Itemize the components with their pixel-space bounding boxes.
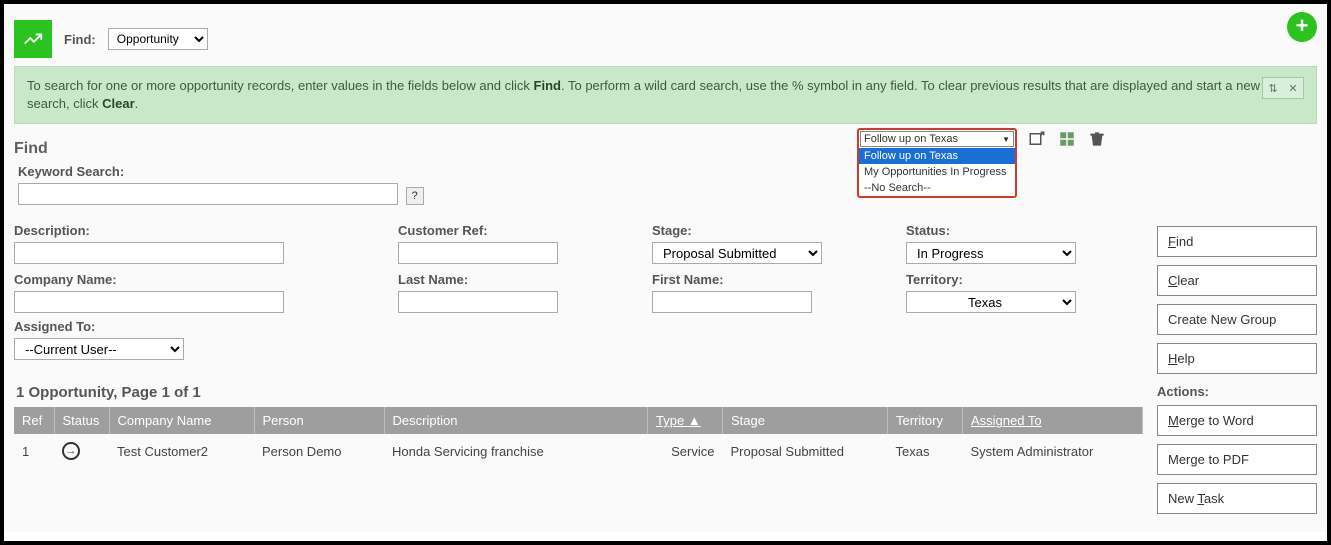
new-task-button[interactable]: New Task <box>1157 483 1317 514</box>
cell-type: Service <box>648 434 723 468</box>
top-bar: Find: Opportunity <box>14 10 1317 66</box>
banner-settings-icon[interactable]: ⇅ <box>1265 80 1281 96</box>
help-button[interactable]: Help <box>1157 343 1317 374</box>
keyword-input[interactable] <box>18 183 398 205</box>
col-ref[interactable]: Ref <box>14 407 54 434</box>
save-search-icon[interactable] <box>1057 129 1077 149</box>
cell-description: Honda Servicing franchise <box>384 434 648 468</box>
last-name-label: Last Name: <box>398 272 638 287</box>
clear-button[interactable]: Clear <box>1157 265 1317 296</box>
banner-find-word: Find <box>534 78 561 93</box>
first-name-input[interactable] <box>652 291 812 313</box>
last-name-input[interactable] <box>398 291 558 313</box>
merge-word-button[interactable]: Merge to Word <box>1157 405 1317 436</box>
results-heading: 1 Opportunity, Page 1 of 1 <box>14 384 1143 401</box>
company-name-input[interactable] <box>14 291 284 313</box>
col-status[interactable]: Status <box>54 407 109 434</box>
find-button[interactable]: Find <box>1157 226 1317 257</box>
table-row[interactable]: 1 → Test Customer2 Person Demo Honda Ser… <box>14 434 1143 468</box>
status-select[interactable]: In Progress <box>906 242 1076 264</box>
find-type-select[interactable]: Opportunity <box>108 28 208 50</box>
stage-label: Stage: <box>652 223 892 238</box>
banner-text: To search for one or more opportunity re… <box>27 78 534 93</box>
cell-ref: 1 <box>14 434 54 468</box>
cell-company[interactable]: Test Customer2 <box>109 434 254 468</box>
sort-asc-icon: ▲ <box>688 413 701 428</box>
col-territory[interactable]: Territory <box>888 407 963 434</box>
territory-select[interactable]: Texas <box>906 291 1076 313</box>
status-label: Status: <box>906 223 1106 238</box>
customer-ref-label: Customer Ref: <box>398 223 638 238</box>
saved-search-option[interactable]: --No Search-- <box>859 180 1015 196</box>
saved-search-option[interactable]: Follow up on Texas <box>859 148 1015 164</box>
new-search-icon[interactable] <box>1027 129 1047 149</box>
cell-assigned: System Administrator <box>963 434 1143 468</box>
col-assigned[interactable]: Assigned To <box>963 407 1143 434</box>
merge-pdf-button[interactable]: Merge to PDF <box>1157 444 1317 475</box>
territory-label: Territory: <box>906 272 1106 287</box>
delete-search-icon[interactable] <box>1087 129 1107 149</box>
banner-clear-word: Clear <box>102 96 135 111</box>
add-button[interactable]: + <box>1287 12 1317 42</box>
info-banner: To search for one or more opportunity re… <box>14 66 1317 124</box>
col-type[interactable]: Type ▲ <box>648 407 723 434</box>
status-arrow-icon: → <box>62 442 80 460</box>
find-label: Find: <box>64 32 96 47</box>
assigned-to-label: Assigned To: <box>14 319 1143 334</box>
saved-search-option[interactable]: My Opportunities In Progress <box>859 164 1015 180</box>
chevron-down-icon: ▼ <box>1002 135 1010 144</box>
create-new-group-button[interactable]: Create New Group <box>1157 304 1317 335</box>
col-stage[interactable]: Stage <box>723 407 888 434</box>
actions-label: Actions: <box>1157 384 1317 399</box>
keyword-help-icon[interactable]: ? <box>406 187 424 205</box>
col-description[interactable]: Description <box>384 407 648 434</box>
banner-text3: . <box>135 96 139 111</box>
description-input[interactable] <box>14 242 284 264</box>
company-name-label: Company Name: <box>14 272 384 287</box>
stage-select[interactable]: Proposal Submitted <box>652 242 822 264</box>
results-table: Ref Status Company Name Person Descripti… <box>14 407 1143 468</box>
opportunity-logo-icon <box>14 20 52 58</box>
first-name-label: First Name: <box>652 272 892 287</box>
saved-search-dropdown[interactable]: Follow up on Texas ▼ Follow up on Texas … <box>857 128 1017 198</box>
description-label: Description: <box>14 223 384 238</box>
col-company[interactable]: Company Name <box>109 407 254 434</box>
saved-search-selected: Follow up on Texas <box>864 133 958 145</box>
cell-person[interactable]: Person Demo <box>254 434 384 468</box>
cell-status: → <box>54 434 109 468</box>
col-person[interactable]: Person <box>254 407 384 434</box>
cell-stage: Proposal Submitted <box>723 434 888 468</box>
customer-ref-input[interactable] <box>398 242 558 264</box>
assigned-to-select[interactable]: --Current User-- <box>14 338 184 360</box>
banner-close-icon[interactable]: ✕ <box>1285 80 1301 96</box>
cell-territory: Texas <box>888 434 963 468</box>
